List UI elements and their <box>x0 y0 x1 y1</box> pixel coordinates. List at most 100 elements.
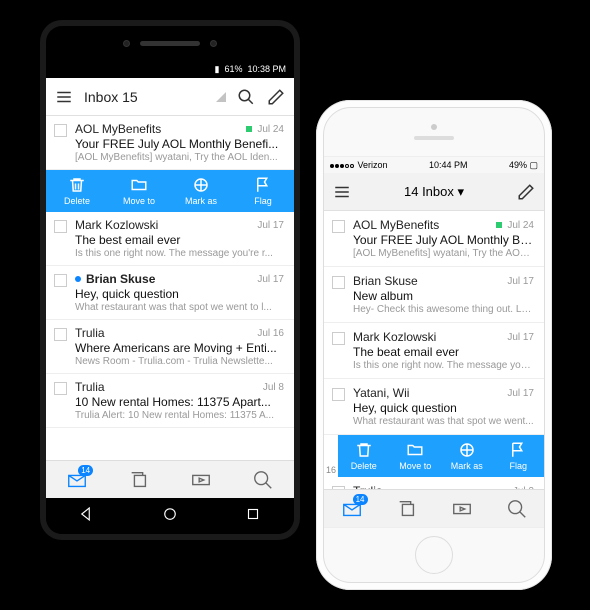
iphone-bezel: Verizon 10:44 PM 49% ▢ 14 Inbox ▾ AOL My… <box>323 107 545 583</box>
checkbox[interactable] <box>332 332 345 345</box>
preview: [AOL MyBenefits] wyatani, Try the AOL I.… <box>353 248 534 259</box>
subject: Your FREE July AOL Monthly Be... <box>353 233 534 247</box>
preview: What restaurant was that spot we went to… <box>75 302 284 313</box>
sender: Mark Kozlowski <box>353 330 502 344</box>
android-bezel: ▮ 61% 10:38 PM Inbox 15 AOL MyBenefits Ju… <box>46 26 294 534</box>
swipe-action-bar: Delete Move to Mark as Flag <box>338 435 544 477</box>
compose-icon[interactable] <box>266 87 286 107</box>
tab-video[interactable] <box>170 461 232 498</box>
move-button[interactable]: Move to <box>390 435 442 477</box>
recents-button[interactable] <box>244 505 262 528</box>
date: Jul 24 <box>507 220 534 231</box>
home-button[interactable] <box>415 536 453 574</box>
email-row[interactable]: TruliaJul 2 <box>324 477 544 489</box>
status-time: 10:44 PM <box>429 160 468 170</box>
app-header: 14 Inbox ▾ <box>324 173 544 211</box>
preview: [AOL MyBenefits] wyatani, Try the AOL Id… <box>75 152 284 163</box>
mark-button[interactable]: Mark as <box>441 435 493 477</box>
signal-indicator <box>216 92 226 102</box>
subject: Your FREE July AOL Monthly Benefi... <box>75 137 284 151</box>
android-device-frame: ▮ 61% 10:38 PM Inbox 15 AOL MyBenefits Ju… <box>40 20 300 540</box>
home-button[interactable] <box>161 505 179 528</box>
battery-icon: ▮ <box>215 64 220 75</box>
preview: Is this one right now. The message you'r… <box>75 248 284 259</box>
email-row[interactable]: Brian Skuse Jul 17 Hey, quick question Wh… <box>46 266 294 320</box>
subject: The best email ever <box>75 233 284 247</box>
battery-percent: 61% <box>224 64 242 74</box>
bottom-tab-bar: 14 <box>324 489 544 527</box>
battery-pct: 49% <box>509 160 527 170</box>
tab-video[interactable] <box>434 490 489 527</box>
checkbox[interactable] <box>54 274 67 287</box>
inbox-title[interactable]: 14 Inbox ▾ <box>362 184 506 200</box>
iphone-device-frame: Verizon 10:44 PM 49% ▢ 14 Inbox ▾ AOL My… <box>316 100 552 590</box>
email-row[interactable]: Brian SkuseJul 17 New album Hey- Check t… <box>324 267 544 323</box>
tab-inbox[interactable]: 14 <box>324 490 379 527</box>
date: Jul 17 <box>507 276 534 287</box>
android-earpiece <box>46 26 294 60</box>
back-button[interactable] <box>78 505 96 528</box>
hamburger-icon[interactable] <box>332 182 352 202</box>
preview: Hey- Check this awesome thing out. Lo... <box>353 304 534 315</box>
subject: Where Americans are Moving + Enti... <box>75 341 284 355</box>
mark-button[interactable]: Mark as <box>170 170 232 212</box>
date: Jul 17 <box>257 274 284 285</box>
sender: Trulia <box>75 380 258 394</box>
inbox-title[interactable]: Inbox 15 <box>84 89 138 105</box>
flag-button[interactable]: Flag <box>493 435 545 477</box>
chevron-down-icon: ▾ <box>458 184 465 199</box>
tab-search[interactable] <box>489 490 544 527</box>
email-row[interactable]: Yatani, WiiJul 17 Hey, quick question Wh… <box>324 379 544 435</box>
flag-indicator <box>246 126 252 132</box>
sender: Brian Skuse <box>86 272 252 286</box>
preview: News Room - Trulia.com - Trulia Newslett… <box>75 356 284 367</box>
email-row[interactable]: TruliaJul 8 10 New rental Homes: 11375 A… <box>46 374 294 428</box>
email-row[interactable]: Mark KozlowskiJul 17 The beat email ever… <box>324 323 544 379</box>
tab-stacks[interactable] <box>108 461 170 498</box>
sender: AOL MyBenefits <box>75 122 241 136</box>
checkbox[interactable] <box>54 220 67 233</box>
signal-dots <box>330 160 355 170</box>
stack-count: 16 <box>324 465 338 477</box>
move-button[interactable]: Move to <box>108 170 170 212</box>
email-row[interactable]: Mark KozlowskiJul 17 The best email ever… <box>46 212 294 266</box>
sender: Yatani, Wii <box>353 386 502 400</box>
tab-search[interactable] <box>232 461 294 498</box>
subject: The beat email ever <box>353 345 534 359</box>
date: Jul 24 <box>257 124 284 135</box>
delete-button[interactable]: Delete <box>338 435 390 477</box>
delete-button[interactable]: Delete <box>46 170 108 212</box>
preview: Trulia Alert: 10 New rental Homes: 11375… <box>75 410 284 421</box>
compose-icon[interactable] <box>516 182 536 202</box>
ios-status-bar: Verizon 10:44 PM 49% ▢ <box>324 157 544 173</box>
tab-inbox[interactable]: 14 <box>46 461 108 498</box>
flag-indicator <box>496 222 502 228</box>
search-icon[interactable] <box>236 87 256 107</box>
email-row[interactable]: AOL MyBenefitsJul 24 Your FREE July AOL … <box>324 211 544 267</box>
email-row[interactable]: AOL MyBenefits Jul 24 Your FREE July AOL … <box>46 116 294 170</box>
tab-stacks[interactable] <box>379 490 434 527</box>
date: Jul 16 <box>257 328 284 339</box>
checkbox[interactable] <box>54 328 67 341</box>
preview: Is this one right now. The message you'.… <box>353 360 534 371</box>
email-row[interactable]: TruliaJul 16 Where Americans are Moving … <box>46 320 294 374</box>
checkbox[interactable] <box>54 124 67 137</box>
iphone-screen: Verizon 10:44 PM 49% ▢ 14 Inbox ▾ AOL My… <box>324 156 544 528</box>
checkbox[interactable] <box>54 382 67 395</box>
checkbox[interactable] <box>332 388 345 401</box>
unread-badge: 14 <box>353 494 368 505</box>
subject: New album <box>353 289 534 303</box>
battery-icon: ▢ <box>529 160 538 170</box>
subject: Hey, quick question <box>75 287 284 301</box>
subject: 10 New rental Homes: 11375 Apart... <box>75 395 284 409</box>
checkbox[interactable] <box>332 220 345 233</box>
date: Jul 17 <box>507 388 534 399</box>
flag-button[interactable]: Flag <box>232 170 294 212</box>
checkbox[interactable] <box>332 276 345 289</box>
iphone-home-area <box>324 528 544 582</box>
hamburger-icon[interactable] <box>54 87 74 107</box>
status-time: 10:38 PM <box>247 64 286 74</box>
unread-badge: 14 <box>78 465 93 476</box>
subject: Hey, quick question <box>353 401 534 415</box>
swipe-action-bar: Delete Move to Mark as Flag <box>46 170 294 212</box>
